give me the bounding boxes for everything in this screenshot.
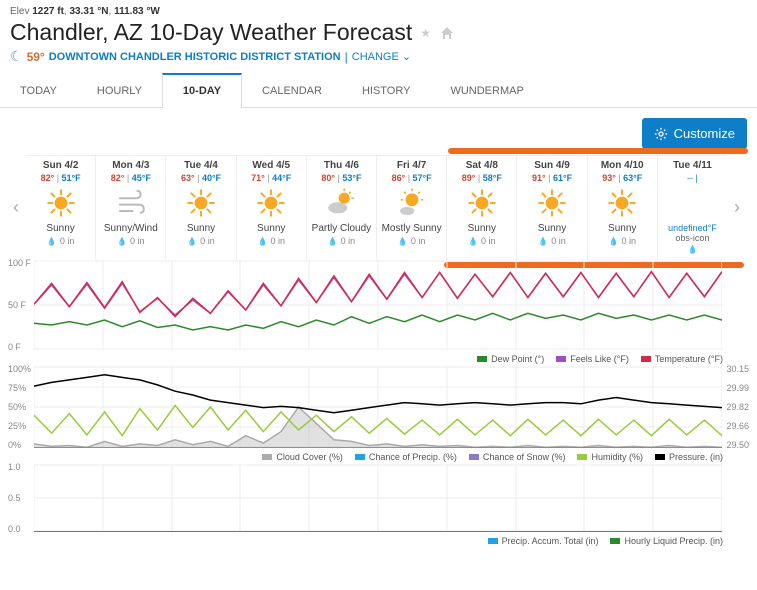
chart-svg xyxy=(34,366,722,448)
tab-today[interactable]: TODAY xyxy=(0,73,77,107)
chart-legend: Cloud Cover (%)Chance of Precip. (%)Chan… xyxy=(34,452,723,462)
home-icon[interactable] xyxy=(439,25,455,41)
sunny-icon xyxy=(185,187,217,219)
drop-icon: 💧 xyxy=(538,237,548,246)
chevron-down-icon: ⌄ xyxy=(402,51,411,63)
day-column[interactable]: Wed 4/571° | 44°FSunny💧0 in xyxy=(236,156,306,260)
drop-icon: 💧 xyxy=(187,237,197,246)
drop-icon: 💧 xyxy=(257,237,267,246)
chart-svg xyxy=(34,260,722,350)
next-arrow[interactable]: › xyxy=(727,155,747,260)
mostly-icon xyxy=(396,187,428,219)
current-temp: 59° xyxy=(27,50,45,64)
day-column[interactable]: Sun 4/991° | 61°FSunny💧0 in xyxy=(516,156,586,260)
day-column[interactable]: Sun 4/282° | 51°FSunny💧0 in xyxy=(26,156,95,260)
drop-icon: 💧 xyxy=(468,237,478,246)
chart-svg xyxy=(34,464,722,532)
tab-wundermap[interactable]: WUNDERMAP xyxy=(430,73,543,107)
drop-icon: 💧 xyxy=(608,237,618,246)
drop-icon: 💧 xyxy=(117,237,127,246)
tabs: TODAYHOURLY10-DAYCALENDARHISTORYWUNDERMA… xyxy=(0,73,757,108)
day-column[interactable]: Mon 4/382° | 45°FSunny/Wind💧0 in xyxy=(95,156,165,260)
day-column[interactable]: Mon 4/1093° | 63°FSunny💧0 in xyxy=(587,156,657,260)
day-column[interactable]: Sat 4/889° | 58°FSunny💧0 in xyxy=(446,156,516,260)
gear-icon xyxy=(654,127,668,141)
station-link[interactable]: DOWNTOWN CHANDLER HISTORIC DISTRICT STAT… xyxy=(49,51,341,63)
page-title: Chandler, AZ 10-Day Weather Forecast xyxy=(10,19,412,46)
sunny-icon xyxy=(606,187,638,219)
tab-hourly[interactable]: HOURLY xyxy=(77,73,162,107)
chart-legend: Precip. Accum. Total (in)Hourly Liquid P… xyxy=(34,536,723,546)
sunny-icon xyxy=(255,187,287,219)
forecast-days: Sun 4/282° | 51°FSunny💧0 inMon 4/382° | … xyxy=(26,155,727,260)
day-column[interactable]: Thu 4/680° | 53°FPartly Cloudy💧0 in xyxy=(306,156,376,260)
change-station-link[interactable]: CHANGE ⌄ xyxy=(352,50,411,63)
elevation-coords: Elev 1227 ft, 33.31 °N, 111.83 °W xyxy=(10,6,747,17)
tab-10-day[interactable]: 10-DAY xyxy=(162,73,242,108)
customize-button[interactable]: Customize xyxy=(642,118,747,149)
sunny-icon xyxy=(466,187,498,219)
sunny-icon xyxy=(536,187,568,219)
tab-history[interactable]: HISTORY xyxy=(342,73,431,107)
tab-calendar[interactable]: CALENDAR xyxy=(242,73,342,107)
day-column[interactable]: Fri 4/786° | 57°FMostly Sunny💧0 in xyxy=(376,156,446,260)
sunny-icon xyxy=(45,187,77,219)
moon-icon: ☾ xyxy=(10,48,23,65)
partly-icon xyxy=(325,187,357,219)
drop-icon: 💧 xyxy=(47,237,57,246)
drop-icon: 💧 xyxy=(328,237,338,246)
favorite-icon[interactable]: ★ xyxy=(420,26,431,40)
day-column[interactable]: Tue 4/463° | 40°FSunny💧0 in xyxy=(165,156,235,260)
prev-arrow[interactable]: ‹ xyxy=(6,155,26,260)
charts-area: 100 F50 F0 FDew Point (°)Feels Like (°F)… xyxy=(6,260,747,552)
chart-legend: Dew Point (°)Feels Like (°F)Temperature … xyxy=(34,354,723,364)
day-column[interactable]: Tue 4/11-- |undefined°Fobs-icon💧 xyxy=(657,156,727,260)
drop-icon: 💧 xyxy=(398,237,408,246)
wind-icon xyxy=(115,187,147,219)
